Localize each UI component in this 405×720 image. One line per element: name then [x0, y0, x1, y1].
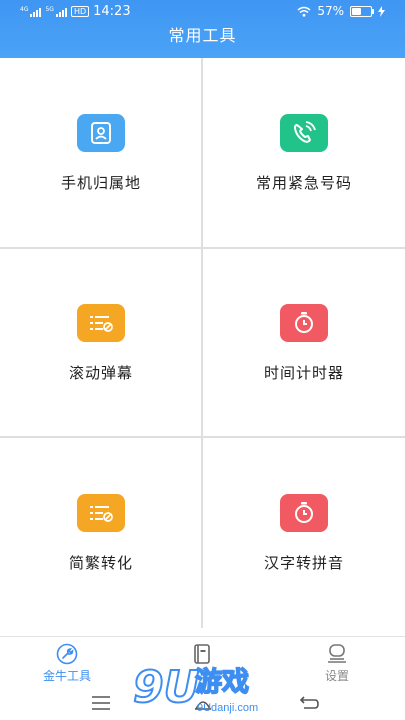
signal-5g-icon: 5G [45, 5, 67, 17]
tool-emergency-numbers[interactable]: 常用紧急号码 [203, 58, 405, 248]
tab-jinniu-tools[interactable]: 金牛工具 [22, 643, 112, 684]
tool-label: 时间计时器 [263, 363, 344, 382]
scroll-list-icon [77, 303, 125, 342]
tool-simplified-traditional[interactable]: 简繁转化 [0, 438, 202, 628]
wrench-icon [56, 643, 78, 665]
stopwatch-icon [280, 493, 328, 532]
tool-timer[interactable]: 时间计时器 [203, 248, 405, 438]
home-icon[interactable] [193, 695, 213, 711]
tool-scrolling-danmaku[interactable]: 滚动弹幕 [0, 248, 202, 438]
wifi-icon [297, 6, 311, 17]
tool-phone-location[interactable]: 手机归属地 [0, 58, 202, 248]
contact-card-icon [77, 113, 125, 152]
tools-grid: 手机归属地 常用紧急号码 滚动弹幕 时间计时器 简繁转化 汉字转拼音 [0, 58, 405, 628]
bottom-tab-bar: 金牛工具 设置 [0, 636, 405, 687]
network-4g-label: 4G [20, 5, 29, 13]
tab-settings[interactable]: 设置 [292, 643, 382, 684]
tab-label: 金牛工具 [42, 669, 91, 683]
battery-level [352, 7, 362, 15]
menu-icon[interactable] [91, 696, 111, 710]
tab-label: 设置 [324, 669, 349, 683]
tool-label: 滚动弹幕 [68, 363, 133, 382]
system-nav-bar [0, 686, 405, 720]
book-icon [194, 644, 210, 664]
tool-label: 汉字转拼音 [263, 553, 344, 572]
status-bar: 4G 5G HD 14:23 57% [0, 0, 405, 24]
signal-4g-icon: 4G [20, 5, 42, 17]
tool-label: 手机归属地 [60, 173, 141, 192]
settings-icon [328, 644, 346, 663]
app-header: 4G 5G HD 14:23 57% 常用工具 [0, 0, 405, 58]
status-time: 14:23 [93, 4, 131, 19]
tab-middle[interactable] [157, 643, 247, 667]
stopwatch-icon [280, 303, 328, 342]
tool-hanzi-to-pinyin[interactable]: 汉字转拼音 [203, 438, 405, 628]
tool-label: 常用紧急号码 [255, 173, 352, 192]
phone-call-icon [280, 113, 328, 152]
network-5g-label: 5G [45, 5, 54, 13]
page-title: 常用工具 [168, 26, 237, 45]
back-icon[interactable] [298, 695, 320, 711]
hd-badge: HD [70, 6, 90, 17]
battery-icon [350, 5, 374, 17]
charging-icon [378, 5, 385, 17]
convert-list-icon [77, 493, 125, 532]
battery-percent: 57% [317, 4, 344, 18]
tool-label: 简繁转化 [68, 553, 133, 572]
